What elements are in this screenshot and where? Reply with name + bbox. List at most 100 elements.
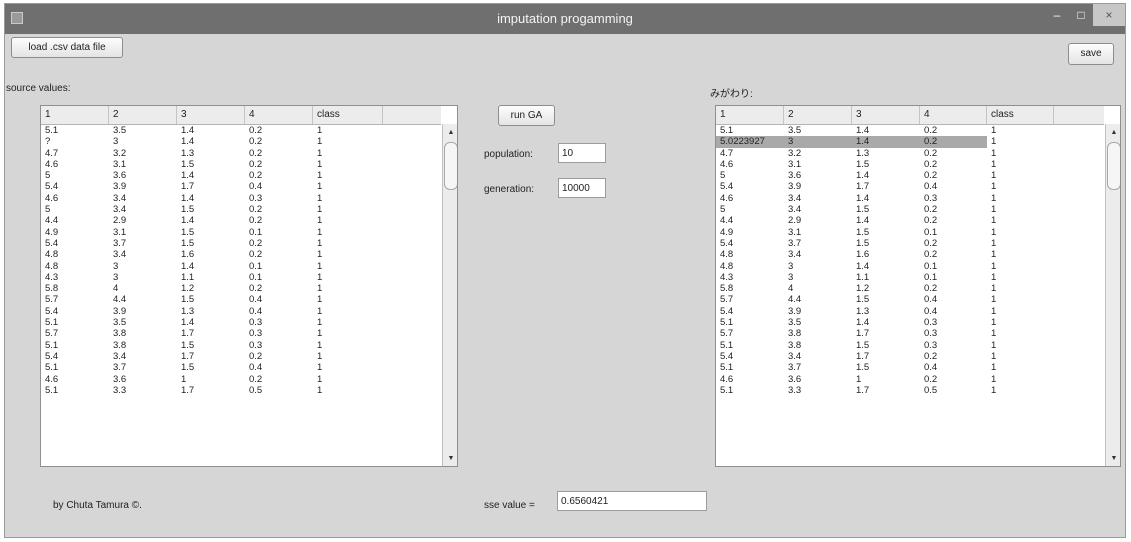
table-cell[interactable]: 1.5	[177, 227, 245, 238]
table-cell[interactable]: 1	[987, 351, 1054, 362]
table-cell[interactable]: 0.4	[245, 362, 313, 373]
table-cell[interactable]: 0.2	[920, 136, 987, 148]
table-cell[interactable]: 1.5	[177, 204, 245, 215]
column-header[interactable]: 3	[852, 106, 920, 124]
table-cell[interactable]: 0.2	[920, 170, 987, 181]
table-row[interactable]: 5.1 3.8 1.5 0.3 1	[41, 340, 441, 351]
table-cell[interactable]: 0.2	[920, 204, 987, 215]
table-cell[interactable]: 2.9	[784, 215, 852, 226]
table-cell[interactable]: 0.2	[245, 125, 313, 136]
table-cell[interactable]: 1	[313, 193, 383, 204]
table-cell[interactable]: 3.1	[784, 159, 852, 170]
table-cell[interactable]: 1	[987, 283, 1054, 294]
table-cell[interactable]: 1.5	[177, 159, 245, 170]
table-cell[interactable]: 1	[313, 136, 383, 147]
table-cell[interactable]: 1.4	[177, 261, 245, 272]
table-cell[interactable]: 5.1	[716, 317, 784, 328]
table-cell[interactable]: 1.7	[852, 351, 920, 362]
table-cell[interactable]: 5.7	[716, 294, 784, 305]
table-row[interactable]: 5.1 3.8 1.5 0.3 1	[716, 340, 1104, 351]
table-row[interactable]: 4.3 3 1.1 0.1 1	[716, 272, 1104, 283]
table-cell[interactable]: 0.2	[920, 215, 987, 226]
table-cell[interactable]: 0.3	[920, 340, 987, 351]
table-cell[interactable]: 3	[784, 261, 852, 272]
table-cell[interactable]: 5.4	[41, 181, 109, 192]
table-row[interactable]: 5.1 3.3 1.7 0.5 1	[41, 385, 441, 396]
table-cell[interactable]: 1	[313, 283, 383, 294]
table-cell[interactable]: 0.2	[920, 238, 987, 249]
table-cell[interactable]: 5.8	[41, 283, 109, 294]
table-row[interactable]: 5.1 3.5 1.4 0.3 1	[716, 317, 1104, 328]
table-cell[interactable]: 5.7	[41, 328, 109, 339]
table-cell[interactable]: 0.1	[920, 272, 987, 283]
table-cell[interactable]: 1	[313, 238, 383, 249]
table-cell[interactable]: 3.6	[109, 374, 177, 385]
table-cell[interactable]: 1.3	[852, 306, 920, 317]
table-cell[interactable]: 0.1	[245, 272, 313, 283]
table-cell[interactable]: 0.2	[245, 249, 313, 260]
table-cell[interactable]: 5.7	[716, 328, 784, 339]
table-cell[interactable]: 1	[987, 125, 1054, 136]
table-row[interactable]: 5.7 3.8 1.7 0.3 1	[41, 328, 441, 339]
table-cell[interactable]: 1.5	[852, 227, 920, 238]
table-cell[interactable]: 1	[987, 340, 1054, 351]
table-cell[interactable]: 3.5	[784, 317, 852, 328]
table-cell[interactable]: 1.1	[852, 272, 920, 283]
table-cell[interactable]: 3.2	[109, 148, 177, 159]
table-cell[interactable]: 1.6	[177, 249, 245, 260]
column-header[interactable]: 4	[920, 106, 987, 124]
table-cell[interactable]: 5.1	[716, 125, 784, 136]
table-cell[interactable]: 3.7	[109, 238, 177, 249]
table-cell[interactable]: 4.8	[716, 249, 784, 260]
table-cell[interactable]: 4.3	[41, 272, 109, 283]
generation-input[interactable]	[558, 178, 606, 198]
table-cell[interactable]: 1.5	[852, 362, 920, 373]
table-cell[interactable]: 1	[313, 159, 383, 170]
table-cell[interactable]: 1	[987, 136, 1054, 147]
close-button[interactable]: ×	[1093, 4, 1125, 26]
table-cell[interactable]: 4.8	[41, 249, 109, 260]
table-cell[interactable]: 5.4	[716, 181, 784, 192]
table-row[interactable]: 4.8 3.4 1.6 0.2 1	[41, 249, 441, 260]
table-cell[interactable]: 2.9	[109, 215, 177, 226]
table-cell[interactable]: 3.3	[784, 385, 852, 396]
table-cell[interactable]: 1	[987, 272, 1054, 283]
table-row[interactable]: 5 3.4 1.5 0.2 1	[41, 204, 441, 215]
table-cell[interactable]: 1	[313, 148, 383, 159]
column-header[interactable]: 3	[177, 106, 245, 124]
table-cell[interactable]: 5.0223927	[716, 136, 784, 148]
table-cell[interactable]: 1	[313, 328, 383, 339]
table-cell[interactable]: 1.6	[852, 249, 920, 260]
table-cell[interactable]: 1.4	[177, 317, 245, 328]
table-row[interactable]: 4.6 3.1 1.5 0.2 1	[716, 159, 1104, 170]
table-row[interactable]: 4.6 3.4 1.4 0.3 1	[716, 193, 1104, 204]
table-cell[interactable]: 1.5	[177, 362, 245, 373]
imputed-table-body[interactable]: 5.1 3.5 1.4 0.2 1 5.0223927 3 1.4 0.2 1 4.7 3.2 1.3 0…	[716, 125, 1104, 466]
table-cell[interactable]: 4.6	[41, 374, 109, 385]
table-cell[interactable]: 1.5	[852, 238, 920, 249]
table-row[interactable]: 4.8 3 1.4 0.1 1	[716, 261, 1104, 272]
table-cell[interactable]: 1.4	[177, 215, 245, 226]
table-cell[interactable]: 0.2	[245, 170, 313, 181]
source-table-body[interactable]: 5.1 3.5 1.4 0.2 1? 3 1.4 0.2 1 4.7 3.2 1.3 0.2 1 4.6 3.…	[41, 125, 441, 466]
table-cell[interactable]: 1.4	[177, 136, 245, 147]
table-cell[interactable]: 3.4	[784, 249, 852, 260]
table-cell[interactable]: 0.1	[920, 227, 987, 238]
table-row[interactable]: 5.4 3.7 1.5 0.2 1	[716, 238, 1104, 249]
table-cell[interactable]: 1.4	[852, 193, 920, 204]
table-cell[interactable]: 5	[41, 204, 109, 215]
table-row[interactable]: 4.7 3.2 1.3 0.2 1	[41, 148, 441, 159]
table-cell[interactable]: 4.4	[109, 294, 177, 305]
table-cell[interactable]: 3.1	[784, 227, 852, 238]
table-cell[interactable]: 1	[313, 261, 383, 272]
table-cell[interactable]: 1	[987, 148, 1054, 159]
table-cell[interactable]: 4.4	[784, 294, 852, 305]
table-cell[interactable]: 4.3	[716, 272, 784, 283]
table-cell[interactable]: 3.9	[784, 306, 852, 317]
table-cell[interactable]: 0.2	[920, 283, 987, 294]
table-cell[interactable]: 1.7	[177, 385, 245, 396]
column-header[interactable]: 2	[784, 106, 852, 124]
table-cell[interactable]: 1	[313, 125, 383, 136]
table-cell[interactable]: 4.8	[41, 261, 109, 272]
table-row[interactable]: 4.7 3.2 1.3 0.2 1	[716, 148, 1104, 159]
